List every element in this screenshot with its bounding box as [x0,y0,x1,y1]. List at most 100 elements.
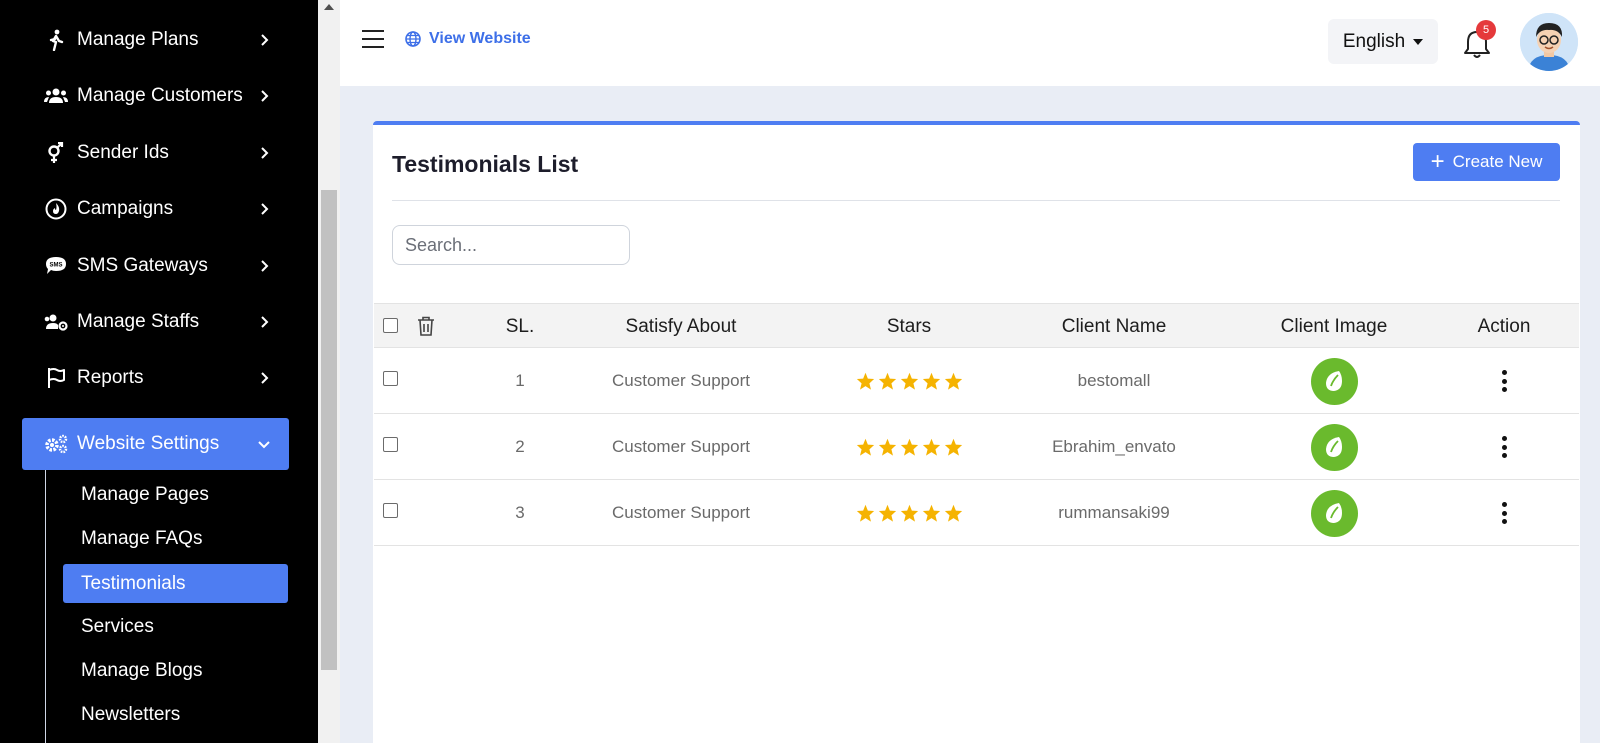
chevron-right-icon [261,260,269,272]
star-icon [922,504,940,522]
chevron-right-icon [261,372,269,384]
sidebar-item-label: Website Settings [77,433,220,454]
star-icon [944,438,962,456]
cell-satisfy-about: Customer Support [612,371,750,390]
cell-client-name: Ebrahim_envato [1052,437,1176,456]
create-new-button[interactable]: + Create New [1413,143,1560,181]
users-cog-icon [43,309,69,335]
sidebar-item-label: Sender Ids [77,142,169,163]
sidebar-item-manage-customers[interactable]: Manage Customers [22,70,289,122]
language-label: English [1342,30,1406,52]
table-row: 3 Customer Support rummansaki99 [374,480,1579,546]
select-all-checkbox[interactable] [383,318,398,333]
users-icon [43,83,69,109]
sidebar-subitem-newsletters[interactable]: Newsletters [63,695,288,734]
star-rating [856,372,963,390]
more-options-icon[interactable] [1494,500,1514,526]
page-title: Testimonials List [392,151,579,177]
chevron-right-icon [261,147,269,159]
client-avatar-leaf-icon [1310,489,1358,537]
more-options-icon[interactable] [1494,434,1514,460]
sidebar-item-label: Manage Customers [77,85,243,106]
row-checkbox[interactable] [383,371,398,386]
user-avatar[interactable] [1520,13,1578,71]
star-rating [856,504,963,522]
sidebar-item-sender-ids[interactable]: Sender Ids [22,127,289,179]
flag-icon [43,365,69,391]
star-icon [900,372,918,390]
submenu-divider [45,470,46,743]
table-header: SL. Satisfy About Stars Client Name Clie… [374,303,1579,348]
sidebar: Manage Plans Manage Customers Sender Ids… [0,0,318,743]
sidebar-item-reports[interactable]: Reports [22,352,289,404]
cell-sl: 3 [515,503,525,522]
sidebar-item-label: Reports [77,367,144,388]
client-avatar-leaf-icon [1310,357,1358,405]
cell-client-name: bestomall [1077,371,1151,390]
star-icon [922,372,940,390]
cogs-icon [43,431,69,457]
column-header-satisfy-about: Satisfy About [625,315,737,337]
sidebar-subitem-testimonials[interactable]: Testimonials [63,564,288,603]
sidebar-subitem-manage-pages[interactable]: Manage Pages [63,475,288,514]
star-icon [878,438,896,456]
top-bar: View Website English 5 [340,0,1600,86]
plus-icon: + [1430,148,1445,175]
sidebar-item-sms-gateways[interactable]: SMS SMS Gateways [22,240,289,292]
cell-action [1439,480,1569,546]
cell-client-image [1234,348,1434,414]
view-website-label: View Website [429,30,531,47]
cell-stars [809,348,1009,414]
table-row: 1 Customer Support bestomall [374,348,1579,414]
star-icon [944,372,962,390]
row-checkbox[interactable] [383,503,398,518]
sidebar-item-website-settings[interactable]: Website Settings [22,418,289,470]
star-icon [922,438,940,456]
scroll-up-arrow-icon[interactable] [324,4,334,10]
sidebar-scrollbar[interactable] [318,0,340,743]
cell-sl: 2 [515,437,525,456]
search-input[interactable] [392,225,630,265]
star-icon [900,504,918,522]
chevron-right-icon [261,203,269,215]
sidebar-subitem-manage-faqs[interactable]: Manage FAQs [63,519,288,558]
star-icon [878,372,896,390]
star-rating [856,438,963,456]
testimonials-card: Testimonials List + Create New SL. Satis… [373,121,1580,743]
cell-stars [809,414,1009,480]
fire-icon [43,196,69,222]
cell-satisfy-about: Customer Support [612,437,750,456]
star-icon [856,438,874,456]
trash-icon[interactable] [417,316,435,336]
cell-action [1439,414,1569,480]
chevron-right-icon [261,90,269,102]
hamburger-menu-icon[interactable] [362,30,384,50]
sidebar-item-label: Campaigns [77,198,174,219]
chevron-right-icon [261,316,269,328]
star-icon [856,372,874,390]
star-icon [856,504,874,522]
sidebar-item-campaigns[interactable]: Campaigns [22,183,289,235]
more-options-icon[interactable] [1494,368,1514,394]
cell-client-image [1234,480,1434,546]
scroll-thumb[interactable] [321,190,337,670]
sidebar-item-manage-staffs[interactable]: Manage Staffs [22,296,289,348]
sidebar-subitem-manage-blogs[interactable]: Manage Blogs [63,651,288,690]
language-dropdown[interactable]: English [1328,19,1438,64]
caret-down-icon [1413,38,1424,45]
row-checkbox[interactable] [383,437,398,452]
walking-icon [43,27,69,53]
column-header-stars: Stars [886,315,932,337]
cell-sl: 1 [515,371,525,390]
sidebar-subitem-services[interactable]: Services [63,607,288,646]
cell-satisfy-about: Customer Support [612,503,750,522]
column-header-client-image: Client Image [1280,315,1388,337]
column-header-sl: SL. [505,315,535,337]
sidebar-item-label: Manage Staffs [77,311,200,332]
card-divider [392,200,1560,201]
table-row: 2 Customer Support Ebrahim_envato [374,414,1579,480]
view-website-link[interactable]: View Website [405,30,531,48]
cell-client-name: rummansaki99 [1058,503,1170,522]
star-icon [878,504,896,522]
sidebar-item-manage-plans[interactable]: Manage Plans [22,14,289,66]
